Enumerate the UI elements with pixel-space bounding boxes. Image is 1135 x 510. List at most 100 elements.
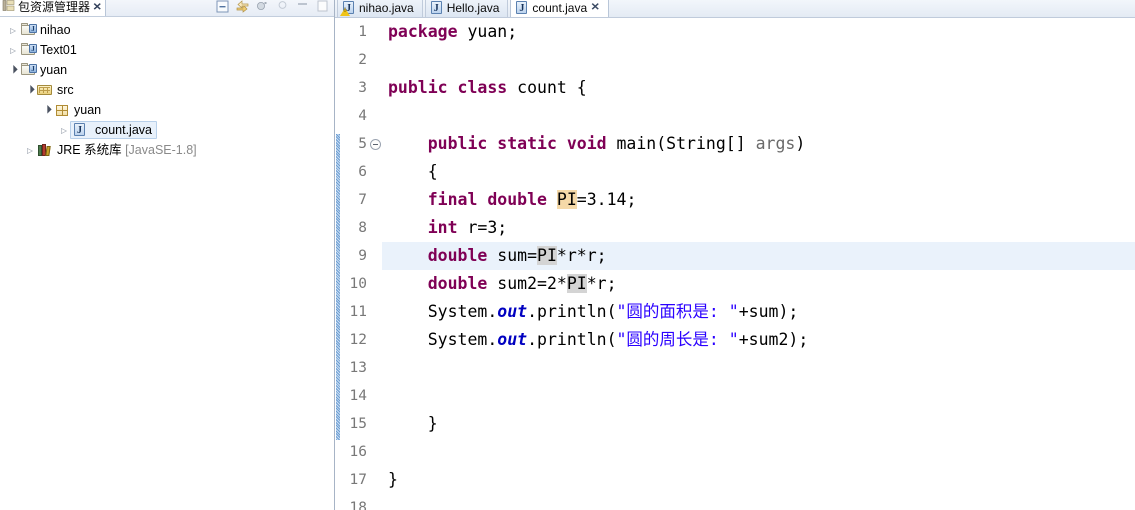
code-token-kw: int xyxy=(427,217,458,237)
tree-item-content: JRE 系统库 [JavaSE-1.8] xyxy=(37,142,197,158)
code-token: .println( xyxy=(527,301,617,321)
maximize-icon[interactable] xyxy=(315,0,330,14)
editor-tabbar: nihao.java Hello.java count.java✕ xyxy=(335,0,1135,18)
code-line[interactable]: double sum=PI*r*r; xyxy=(382,241,1135,270)
tree-item-nihao[interactable]: Jnihao xyxy=(0,20,334,40)
code-line[interactable]: { xyxy=(382,158,1135,186)
code-token-fld: out xyxy=(497,301,528,321)
tree-item-content: Jyuan xyxy=(20,62,67,78)
code-line[interactable]: final double PI=3.14; xyxy=(382,186,1135,214)
selected-tree-item: count.java xyxy=(70,121,157,139)
line-number: 8 xyxy=(358,219,367,236)
package-explorer-toolbar xyxy=(215,0,334,15)
code-line[interactable]: int r=3; xyxy=(382,214,1135,242)
tree-item-yuan[interactable]: Jyuan xyxy=(0,60,334,80)
code-line[interactable]: public class count { xyxy=(382,74,1135,102)
code-line[interactable] xyxy=(382,46,1135,74)
code-line[interactable] xyxy=(382,382,1135,410)
java-file-icon xyxy=(515,1,528,15)
tree-item-count.java[interactable]: count.java xyxy=(0,120,334,140)
line-number: 9 xyxy=(358,247,367,264)
code-line[interactable] xyxy=(382,438,1135,466)
chevron-down-icon[interactable] xyxy=(6,66,20,75)
chevron-right-icon[interactable] xyxy=(57,126,71,135)
line-number: 15 xyxy=(349,415,367,432)
view-tab-label: 包资源管理器 xyxy=(18,0,91,14)
code-token: count { xyxy=(507,77,587,97)
line-number: 10 xyxy=(349,275,367,292)
link-with-editor-icon[interactable] xyxy=(235,0,250,14)
chevron-right-icon[interactable] xyxy=(6,26,20,35)
editor-tab-label: count.java xyxy=(532,1,588,16)
editor-tab-nihao-java[interactable]: nihao.java xyxy=(337,0,423,17)
code-line[interactable] xyxy=(382,354,1135,382)
eclipse-ide-window: 包资源管理器 ✕ ▷ J nihao ▷ J Text01 ◢ J yuan ◢… xyxy=(0,0,1135,510)
code-line[interactable] xyxy=(382,494,1135,510)
code-token: { xyxy=(388,161,438,181)
code-token-kw: double xyxy=(427,245,488,265)
code-line[interactable]: System.out.println("圆的周长是: "+sum2); xyxy=(382,326,1135,354)
code-token: ) xyxy=(795,133,806,153)
editor-tab-count-java[interactable]: count.java✕ xyxy=(510,0,609,17)
tree-item-src[interactable]: src xyxy=(0,80,334,100)
close-icon[interactable]: ✕ xyxy=(93,0,102,16)
code-line[interactable] xyxy=(382,102,1135,130)
view-tab-package-explorer[interactable]: 包资源管理器 ✕ xyxy=(0,0,107,16)
code-line[interactable]: package yuan; xyxy=(382,18,1135,46)
code-line[interactable]: double sum2=2*PI*r; xyxy=(382,270,1135,298)
project-tree[interactable]: Jnihao JText01 Jyuan src yuan count.java JRE 系… xyxy=(0,17,334,160)
view-menu-icon[interactable] xyxy=(255,0,270,14)
code-token-str: "圆的面积是: " xyxy=(616,301,739,321)
code-token-occ-r: PI xyxy=(566,273,587,293)
fold-collapse-icon[interactable] xyxy=(370,138,381,150)
line-number-ruler: 1 2 3 4 5 6 7 8 9 10 11 12 13 14 15 16 17 18 xyxy=(340,17,369,510)
tree-item-label: Text01 xyxy=(40,43,77,57)
tree-item-label: count.java xyxy=(95,123,152,137)
restore-icon[interactable] xyxy=(295,0,310,14)
code-token-par: args xyxy=(755,133,796,153)
package-explorer-tabbar: 包资源管理器 ✕ xyxy=(0,0,334,17)
tree-item-yuan[interactable]: yuan xyxy=(0,100,334,120)
collapse-all-icon[interactable] xyxy=(215,0,230,14)
line-number: 18 xyxy=(349,499,367,510)
code-token-str: "圆的周长是: " xyxy=(616,329,739,349)
jre-library-icon xyxy=(37,142,54,158)
close-icon[interactable]: ✕ xyxy=(591,0,600,17)
code-line[interactable]: public static void main(String[] args) xyxy=(382,130,1135,158)
tree-item-content: J Text01 xyxy=(20,42,77,58)
code-line[interactable]: } xyxy=(382,466,1135,494)
java-file-warning-icon xyxy=(340,1,355,17)
editor-body[interactable]: 1 2 3 4 5 6 7 8 9 10 11 12 13 14 15 16 17 18 package yuan… xyxy=(335,17,1135,510)
chevron-down-icon[interactable] xyxy=(40,106,54,115)
line-number: 4 xyxy=(358,107,367,124)
line-number: 12 xyxy=(349,331,367,348)
code-token-kw: public static void xyxy=(427,133,607,153)
line-number: 5 xyxy=(358,135,367,152)
java-project-icon: J xyxy=(20,62,37,78)
code-line[interactable]: } xyxy=(382,410,1135,438)
folding-ruler[interactable] xyxy=(369,17,382,510)
chevron-right-icon[interactable] xyxy=(6,46,20,55)
tree-item-jre[interactable]: JRE 系统库 [JavaSE-1.8] xyxy=(0,140,334,160)
minimize-icon[interactable] xyxy=(275,0,290,14)
code-token: yuan; xyxy=(457,21,518,41)
code-token: main(String[] xyxy=(606,133,756,153)
line-number: 14 xyxy=(349,387,367,404)
editor-tab-hello-java[interactable]: Hello.java xyxy=(424,0,509,17)
tree-item-content: yuan xyxy=(54,102,101,118)
line-number: 1 xyxy=(358,23,367,40)
code-area[interactable]: package yuan; public class count { public… xyxy=(382,17,1135,510)
line-number: 2 xyxy=(358,51,367,68)
code-token: *r*r; xyxy=(556,245,607,265)
tree-item-text01[interactable]: JText01 xyxy=(0,40,334,60)
line-number: 13 xyxy=(349,359,367,376)
tree-item-label: nihao xyxy=(40,23,71,37)
chevron-right-icon[interactable] xyxy=(23,146,37,155)
chevron-down-icon[interactable] xyxy=(23,86,37,95)
code-token: =3.14; xyxy=(576,189,637,209)
code-token: System. xyxy=(388,301,498,321)
code-line[interactable]: System.out.println("圆的面积是: "+sum); xyxy=(382,298,1135,326)
